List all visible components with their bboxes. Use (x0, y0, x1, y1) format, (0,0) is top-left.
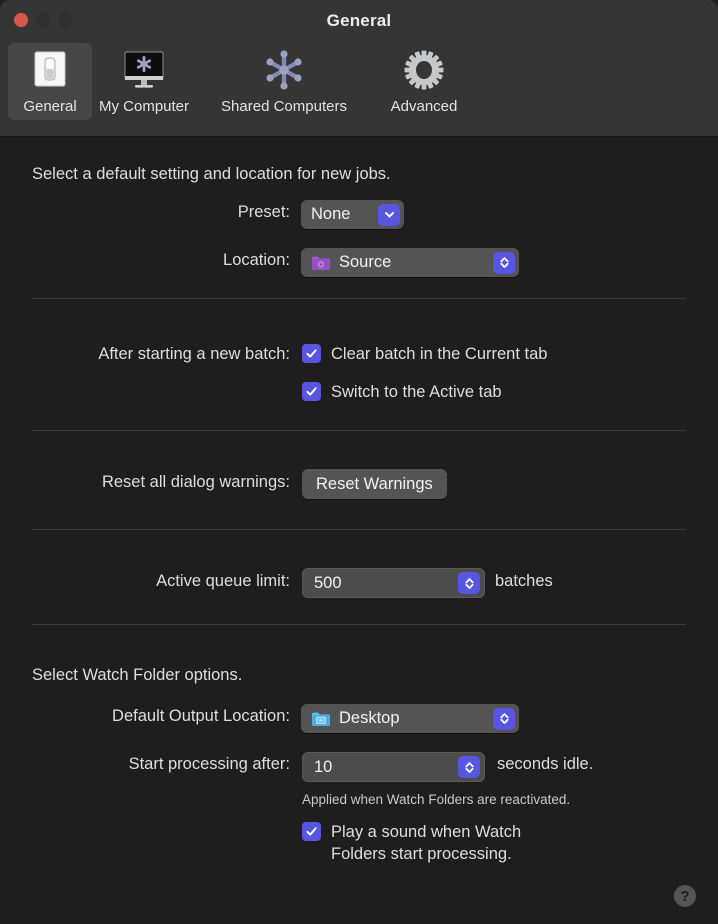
stepper-updown-icon[interactable] (458, 572, 480, 594)
tab-shared-computers-label: Shared Computers (221, 98, 347, 115)
separator-2 (32, 430, 686, 431)
preferences-content: Select a default setting and location fo… (0, 137, 718, 924)
preset-value: None (311, 205, 351, 223)
location-label: Location: (223, 251, 290, 269)
location-popup-button[interactable]: Source (301, 248, 519, 277)
blue-folder-icon (311, 710, 331, 727)
active-queue-limit-value: 500 (314, 573, 342, 592)
purple-folder-icon (311, 254, 331, 271)
light-switch-icon (29, 47, 71, 93)
stepper-updown-icon[interactable] (493, 251, 515, 274)
default-output-location-label: Default Output Location: (112, 707, 290, 725)
tab-advanced-label: Advanced (390, 98, 458, 115)
window-toolbar: General General My Computer Shared Compu… (0, 0, 718, 137)
watch-folder-heading: Select Watch Folder options. (32, 666, 243, 684)
default-output-location-value: Desktop (339, 709, 400, 727)
checkbox-clear-batch-label: Clear batch in the Current tab (331, 345, 548, 363)
checkbox-switch-active-label: Switch to the Active tab (331, 383, 502, 401)
start-processing-after-suffix: seconds idle. (497, 755, 594, 773)
start-processing-after-label: Start processing after: (128, 755, 290, 773)
separator-3 (32, 529, 686, 530)
tab-general[interactable]: General (8, 43, 92, 120)
reset-warnings-label: Reset all dialog warnings: (101, 473, 290, 491)
stepper-updown-icon[interactable] (493, 707, 515, 730)
separator-1 (32, 298, 686, 299)
preset-popup-button[interactable]: None (301, 200, 404, 229)
checkmark-icon (302, 382, 321, 401)
checkbox-play-sound-label: Play a sound when Watch Folders start pr… (331, 823, 522, 863)
watch-folder-note: Applied when Watch Folders are reactivat… (302, 792, 571, 807)
start-processing-after-value: 10 (314, 757, 333, 776)
tab-my-computer-label: My Computer (98, 98, 190, 115)
tab-general-label: General (23, 98, 77, 115)
network-nodes-icon (262, 47, 306, 93)
separator-4 (32, 624, 686, 625)
checkmark-icon (302, 822, 321, 841)
default-output-location-popup[interactable]: Desktop (301, 704, 519, 733)
active-queue-limit-suffix: batches (495, 572, 553, 590)
display-monitor-icon (121, 47, 167, 93)
tab-advanced[interactable]: Advanced (372, 43, 476, 120)
reset-warnings-button[interactable]: Reset Warnings (302, 469, 447, 499)
window-title: General (326, 11, 392, 30)
preferences-window: General General My Computer Shared Compu… (0, 0, 718, 924)
tab-shared-computers[interactable]: Shared Computers (196, 43, 372, 120)
preset-label: Preset: (237, 203, 290, 221)
start-processing-after-input[interactable]: 10 (302, 752, 485, 782)
chevron-down-icon (378, 203, 400, 226)
toolbar-tabs: General My Computer Shared Computers Adv… (8, 43, 476, 120)
batch-label: After starting a new batch: (98, 345, 290, 363)
checkmark-icon (302, 344, 321, 363)
tab-my-computer[interactable]: My Computer (92, 43, 196, 120)
location-value: Source (339, 253, 392, 271)
gear-icon (402, 47, 446, 93)
checkbox-play-sound[interactable]: Play a sound when Watch Folders start pr… (302, 821, 521, 865)
checkbox-switch-active[interactable]: Switch to the Active tab (302, 381, 502, 403)
stepper-updown-icon[interactable] (458, 756, 480, 778)
checkbox-clear-batch[interactable]: Clear batch in the Current tab (302, 343, 547, 365)
active-queue-limit-label: Active queue limit: (156, 572, 290, 590)
active-queue-limit-input[interactable]: 500 (302, 568, 485, 598)
defaults-heading: Select a default setting and location fo… (32, 165, 391, 183)
help-button[interactable]: ? (674, 885, 696, 907)
